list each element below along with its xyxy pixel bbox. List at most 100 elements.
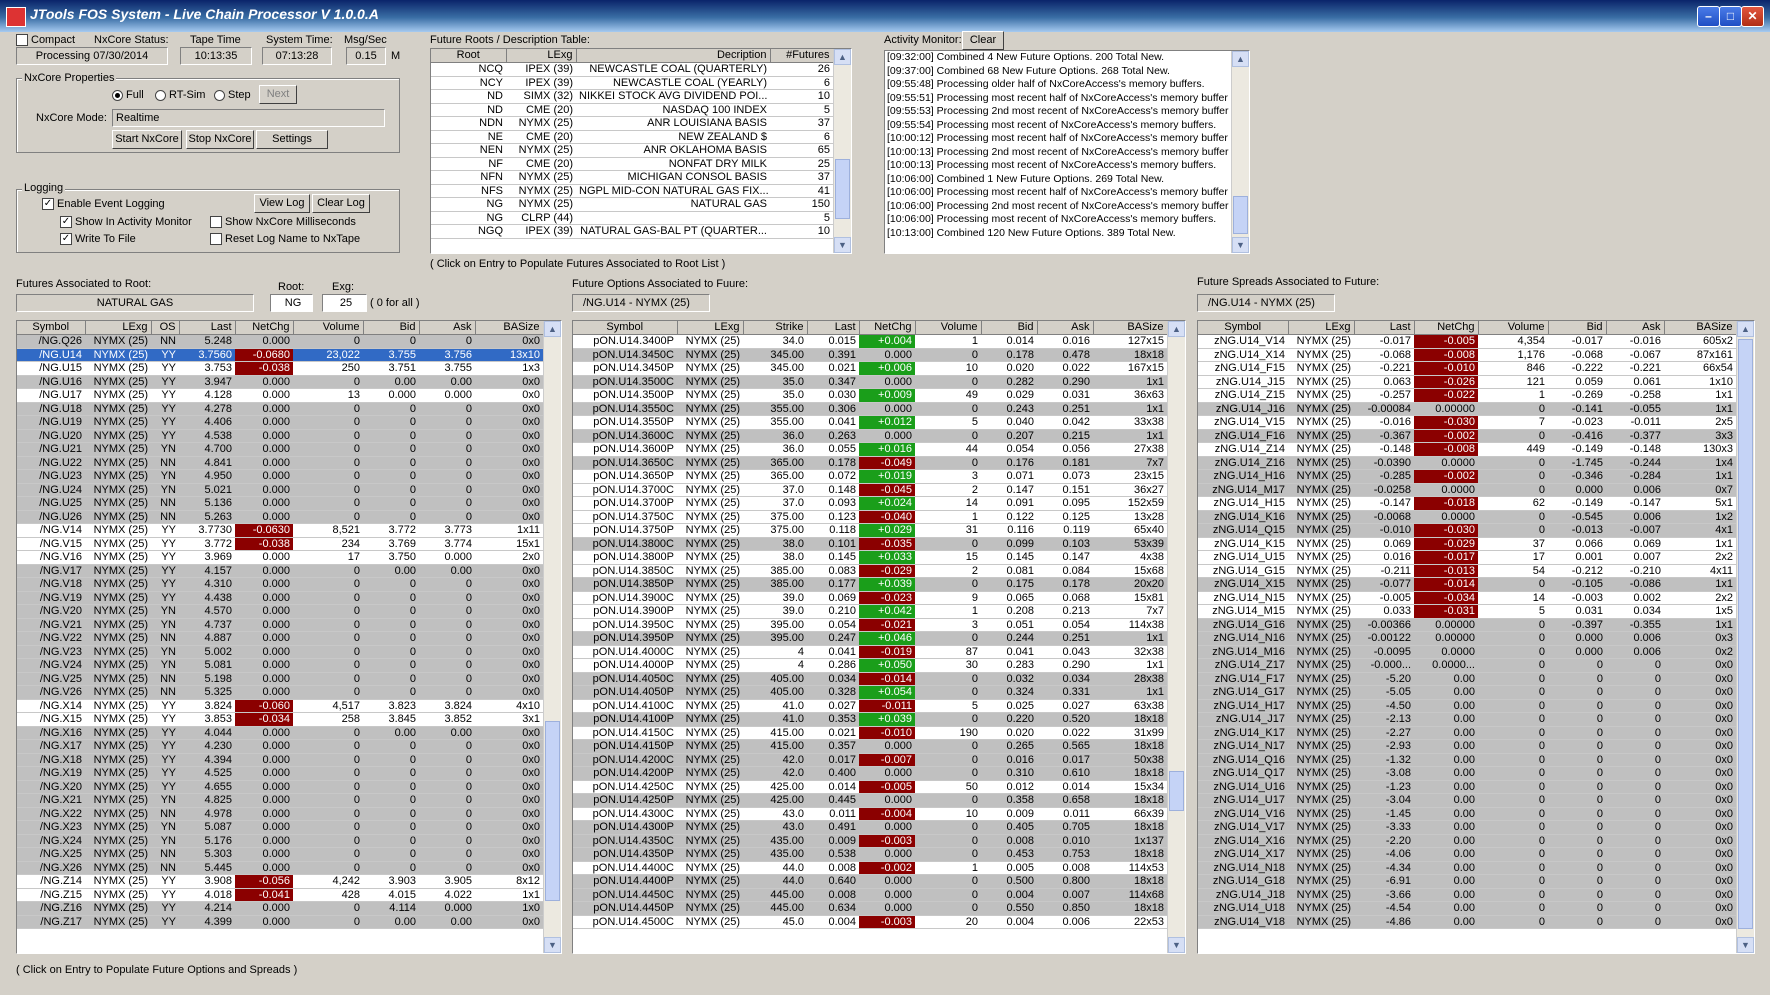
table-row[interactable]: zNG.U14_F15 NYMX (25) -0.221 -0.010 846 -0.22… bbox=[1198, 361, 1736, 376]
roots-table[interactable]: Root LExg Decription #Futures NCQ IPEX (39) N… bbox=[430, 48, 852, 254]
table-row[interactable]: zNG.U14_X14 NYMX (25) -0.068 -0.008 1,176 -0.… bbox=[1198, 348, 1736, 362]
scroll-down-icon[interactable]: ▼ bbox=[1737, 937, 1754, 953]
options-scrollbar[interactable]: ▲ ▼ bbox=[1167, 321, 1185, 953]
start-nxcore-button[interactable]: Start NxCore bbox=[112, 130, 182, 149]
table-row[interactable]: zNG.U14_F17 NYMX (25) -5.20 0.00 0 0 0 0x0 bbox=[1198, 672, 1736, 686]
column-header[interactable]: Symbol bbox=[573, 321, 678, 335]
exg-input[interactable]: 25 bbox=[322, 294, 367, 312]
table-row[interactable]: /NG.U14 NYMX (25) YY 3.7560 -0.0680 23,022 3.7… bbox=[17, 348, 543, 362]
table-row[interactable]: zNG.U14_V16 NYMX (25) -1.45 0.00 0 0 0 0x0 bbox=[1198, 807, 1736, 821]
table-row[interactable]: zNG.U14_H16 NYMX (25) -0.285 -0.002 0 -0.346-… bbox=[1198, 469, 1736, 484]
table-row[interactable]: NG CLRP (44) 5 bbox=[431, 211, 833, 225]
table-row[interactable]: pON.U14.3950P NYMX (25) 395.00 0.247 +0.046 0… bbox=[573, 631, 1167, 646]
table-row[interactable]: zNG.U14_J18 NYMX (25) -3.66 0.00 0 0 0 0x0 bbox=[1198, 888, 1736, 902]
table-row[interactable]: pON.U14.3500P NYMX (25) 35.0 0.030 +0.009 49 0… bbox=[573, 388, 1167, 403]
table-row[interactable]: /NG.Z16 NYMX (25) YY 4.214 0.000 0 4.114 0.000 1… bbox=[17, 901, 543, 916]
table-row[interactable]: zNG.U14_M16 NYMX (25) -0.0095 0.0000 0 0.000 0… bbox=[1198, 645, 1736, 659]
scroll-down-icon[interactable]: ▼ bbox=[544, 937, 561, 953]
table-row[interactable]: NGQ IPEX (39) NATURAL GAS-BAL PT (QUARTER.… bbox=[431, 224, 833, 239]
roots-scrollbar[interactable]: ▲ ▼ bbox=[833, 49, 851, 253]
table-row[interactable]: pON.U14.3550P NYMX (25) 355.00 0.041 +0.012 5… bbox=[573, 415, 1167, 430]
table-row[interactable]: NEN NYMX (25) ANR OKLAHOMA BASIS 65 bbox=[431, 143, 833, 158]
table-row[interactable]: pON.U14.4450C NYMX (25) 445.00 0.008 0.000 0 0… bbox=[573, 888, 1167, 902]
table-row[interactable]: pON.U14.3800C NYMX (25) 38.0 0.101 -0.035 0 0.… bbox=[573, 537, 1167, 551]
futures-scrollbar[interactable]: ▲ ▼ bbox=[543, 321, 561, 953]
table-row[interactable]: zNG.U14_U18 NYMX (25) -4.54 0.00 0 0 0 0x0 bbox=[1198, 901, 1736, 916]
table-row[interactable]: zNG.U14_N16 NYMX (25) -0.00122 0.00000 0 0.00… bbox=[1198, 631, 1736, 646]
column-header[interactable]: LExg bbox=[1288, 321, 1355, 335]
table-row[interactable]: /NG.U20 NYMX (25) YY 4.538 0.000 0 0 0 0x0 bbox=[17, 429, 543, 443]
table-row[interactable]: pON.U14.3450P NYMX (25) 345.00 0.021 +0.006 1… bbox=[573, 361, 1167, 376]
column-header[interactable]: BASize bbox=[1664, 321, 1737, 335]
column-header[interactable]: Symbol bbox=[17, 321, 86, 335]
scroll-up-icon[interactable]: ▲ bbox=[1232, 51, 1249, 67]
table-row[interactable]: zNG.U14_Q16 NYMX (25) -1.32 0.00 0 0 0 0x0 bbox=[1198, 753, 1736, 767]
column-header[interactable]: Root bbox=[431, 49, 507, 63]
table-row[interactable]: /NG.U21 NYMX (25) YN 4.700 0.000 0 0 0 0x0 bbox=[17, 442, 543, 457]
table-row[interactable]: pON.U14.3500C NYMX (25) 35.0 0.347 0.000 0 0.2… bbox=[573, 375, 1167, 389]
table-row[interactable]: zNG.U14_M15 NYMX (25) 0.033 -0.031 5 0.031 0.0… bbox=[1198, 604, 1736, 619]
table-row[interactable]: NG NYMX (25) NATURAL GAS 150 bbox=[431, 197, 833, 212]
table-row[interactable]: zNG.U14_Z17 NYMX (25) -0.000... 0.0000... 0 0… bbox=[1198, 658, 1736, 673]
table-row[interactable]: /NG.V16 NYMX (25) YY 3.969 0.000 17 3.750 0.000… bbox=[17, 550, 543, 565]
column-header[interactable]: Symbol bbox=[1198, 321, 1289, 335]
table-row[interactable]: /NG.X21 NYMX (25) YN 4.825 0.000 0 0 0 0x0 bbox=[17, 793, 543, 808]
table-row[interactable]: zNG.U14_X17 NYMX (25) -4.06 0.00 0 0 0 0x0 bbox=[1198, 847, 1736, 862]
table-row[interactable]: /NG.Z15 NYMX (25) YY 4.018 -0.041 428 4.015 4.0… bbox=[17, 888, 543, 902]
table-row[interactable]: /NG.X18 NYMX (25) YY 4.394 0.000 0 0 0 0x0 bbox=[17, 753, 543, 767]
table-row[interactable]: pON.U14.4350P NYMX (25) 435.00 0.538 0.000 0 0… bbox=[573, 847, 1167, 862]
column-header[interactable]: Last bbox=[807, 321, 860, 335]
table-row[interactable]: pON.U14.4200C NYMX (25) 42.0 0.017 -0.007 0 0.… bbox=[573, 753, 1167, 767]
column-header[interactable]: Decription bbox=[576, 49, 771, 63]
close-button[interactable]: ✕ bbox=[1741, 6, 1764, 27]
radio-icon[interactable] bbox=[214, 89, 225, 101]
table-row[interactable]: /NG.V25 NYMX (25) NN 5.198 0.000 0 0 0 0x0 bbox=[17, 672, 543, 686]
table-row[interactable]: /NG.V17 NYMX (25) YY 4.157 0.000 0 0.00 0.00 0x0 bbox=[17, 564, 543, 578]
step-radio[interactable]: Step bbox=[214, 89, 251, 101]
column-header[interactable]: Strike bbox=[743, 321, 808, 335]
table-row[interactable]: pON.U14.3700C NYMX (25) 37.0 0.148 -0.045 2 0.… bbox=[573, 483, 1167, 497]
table-row[interactable]: pON.U14.3850C NYMX (25) 385.00 0.083 -0.029 2… bbox=[573, 564, 1167, 578]
column-header[interactable]: Volume bbox=[915, 321, 982, 335]
table-row[interactable]: /NG.X23 NYMX (25) YN 5.087 0.000 0 0 0 0x0 bbox=[17, 820, 543, 835]
table-row[interactable]: zNG.U14_J15 NYMX (25) 0.063 -0.026 121 0.059 0… bbox=[1198, 375, 1736, 389]
scroll-down-icon[interactable]: ▼ bbox=[834, 237, 851, 253]
column-header[interactable]: OS bbox=[151, 321, 180, 335]
table-row[interactable]: pON.U14.4450P NYMX (25) 445.00 0.634 0.000 0 0… bbox=[573, 901, 1167, 916]
table-row[interactable]: pON.U14.3900C NYMX (25) 39.0 0.069 -0.023 9 0.… bbox=[573, 591, 1167, 605]
root-input[interactable]: NG bbox=[270, 294, 313, 312]
scroll-up-icon[interactable]: ▲ bbox=[834, 49, 851, 65]
column-header[interactable]: LExg bbox=[85, 321, 152, 335]
table-row[interactable]: /NG.U19 NYMX (25) YY 4.406 0.000 0 0 0 0x0 bbox=[17, 415, 543, 430]
column-header[interactable]: Volume bbox=[1478, 321, 1549, 335]
table-row[interactable]: zNG.U14_M17 NYMX (25) -0.0258 0.0000 0 0.000 0… bbox=[1198, 483, 1736, 497]
table-row[interactable]: /NG.U15 NYMX (25) YY 3.753 -0.038 250 3.751 3.7… bbox=[17, 361, 543, 376]
table-row[interactable]: /NG.U16 NYMX (25) YY 3.947 0.000 0 0.00 0.00 0x0 bbox=[17, 375, 543, 389]
table-row[interactable]: pON.U14.4300C NYMX (25) 43.0 0.011 -0.004 10 0… bbox=[573, 807, 1167, 821]
scroll-thumb[interactable] bbox=[835, 159, 850, 219]
column-header[interactable]: Ask bbox=[1037, 321, 1094, 335]
table-row[interactable]: /NG.X25 NYMX (25) NN 5.303 0.000 0 0 0 0x0 bbox=[17, 847, 543, 862]
table-row[interactable]: zNG.U14_G17 NYMX (25) -5.05 0.00 0 0 0 0x0 bbox=[1198, 685, 1736, 700]
table-row[interactable]: pON.U14.3950C NYMX (25) 395.00 0.054 -0.021 3… bbox=[573, 618, 1167, 632]
column-header[interactable]: NetChg bbox=[859, 321, 916, 335]
column-header[interactable]: NetChg bbox=[1414, 321, 1479, 335]
table-row[interactable]: /NG.V20 NYMX (25) YN 4.570 0.000 0 0 0 0x0 bbox=[17, 604, 543, 619]
table-row[interactable]: /NG.V23 NYMX (25) YN 5.002 0.000 0 0 0 0x0 bbox=[17, 645, 543, 659]
table-row[interactable]: /NG.V15 NYMX (25) YY 3.772 -0.038 234 3.769 3.7… bbox=[17, 537, 543, 551]
table-row[interactable]: zNG.U14_Q17 NYMX (25) -3.08 0.00 0 0 0 0x0 bbox=[1198, 766, 1736, 781]
spreads-scrollbar[interactable]: ▲ ▼ bbox=[1736, 321, 1754, 953]
table-row[interactable]: NF CME (20) NONFAT DRY MILK 25 bbox=[431, 157, 833, 171]
table-row[interactable]: pON.U14.3550C NYMX (25) 355.00 0.306 0.000 0 0… bbox=[573, 402, 1167, 416]
table-row[interactable]: zNG.U14_U17 NYMX (25) -3.04 0.00 0 0 0 0x0 bbox=[1198, 793, 1736, 808]
table-row[interactable]: zNG.U14_Q15 NYMX (25) -0.010 -0.030 0 -0.013-… bbox=[1198, 523, 1736, 538]
table-row[interactable]: zNG.U14_K15 NYMX (25) 0.069 -0.029 37 0.066 0.… bbox=[1198, 537, 1736, 551]
table-row[interactable]: /NG.V14 NYMX (25) YY 3.7730 -0.0630 8,521 3.77… bbox=[17, 523, 543, 538]
table-row[interactable]: /NG.X17 NYMX (25) YY 4.230 0.000 0 0 0 0x0 bbox=[17, 739, 543, 754]
table-row[interactable]: /NG.V18 NYMX (25) YY 4.310 0.000 0 0 0 0x0 bbox=[17, 577, 543, 592]
table-row[interactable]: NFN NYMX (25) MICHIGAN CONSOL BASIS 37 bbox=[431, 170, 833, 185]
minimize-button[interactable]: – bbox=[1697, 6, 1720, 27]
table-row[interactable]: /NG.X22 NYMX (25) NN 4.978 0.000 0 0 0 0x0 bbox=[17, 807, 543, 821]
full-radio[interactable]: Full bbox=[112, 89, 144, 101]
table-row[interactable]: pON.U14.4100C NYMX (25) 41.0 0.027 -0.011 5 0.… bbox=[573, 699, 1167, 713]
